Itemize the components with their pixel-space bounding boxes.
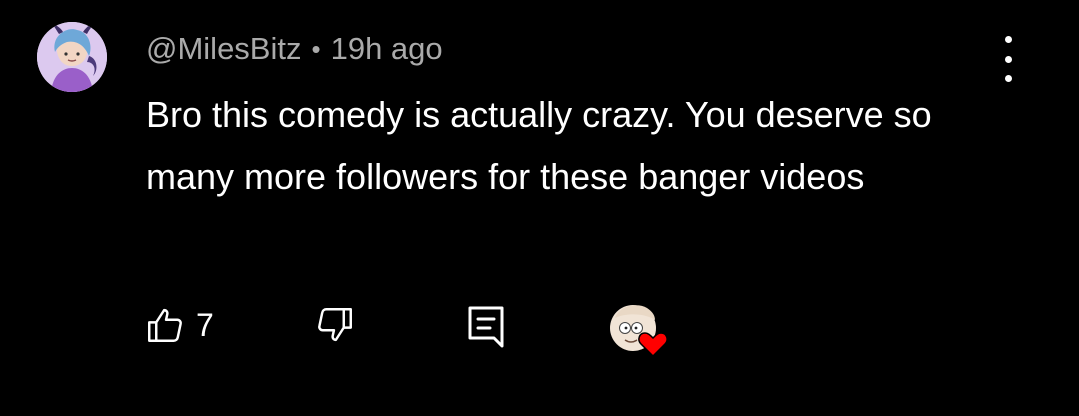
reply-button[interactable] [466,304,506,350]
thumbs-up-icon [144,304,186,346]
dislike-button[interactable] [314,304,356,346]
like-button[interactable]: 7 [144,304,214,346]
creator-heart-icon[interactable] [607,300,669,358]
meta-separator: • [311,33,321,64]
more-dot [1004,36,1012,43]
more-dot [1004,55,1012,63]
comment-text: Bro this comedy is actually crazy. You d… [146,94,942,197]
reply-comment-icon [466,304,506,350]
more-dot [1004,75,1012,82]
avatar[interactable] [37,22,107,92]
like-count: 7 [196,306,214,343]
author-handle[interactable]: @MilesBitz [146,31,301,67]
thumbs-down-icon [314,304,356,346]
comment-meta: @MilesBitz • 19h ago [146,29,443,69]
comment-actions: 7 [0,296,1079,358]
comment-timestamp: 19h ago [330,31,443,66]
more-vertical-icon[interactable] [990,36,1026,82]
comment: @MilesBitz • 19h ago Bro this comedy is … [0,0,1079,416]
